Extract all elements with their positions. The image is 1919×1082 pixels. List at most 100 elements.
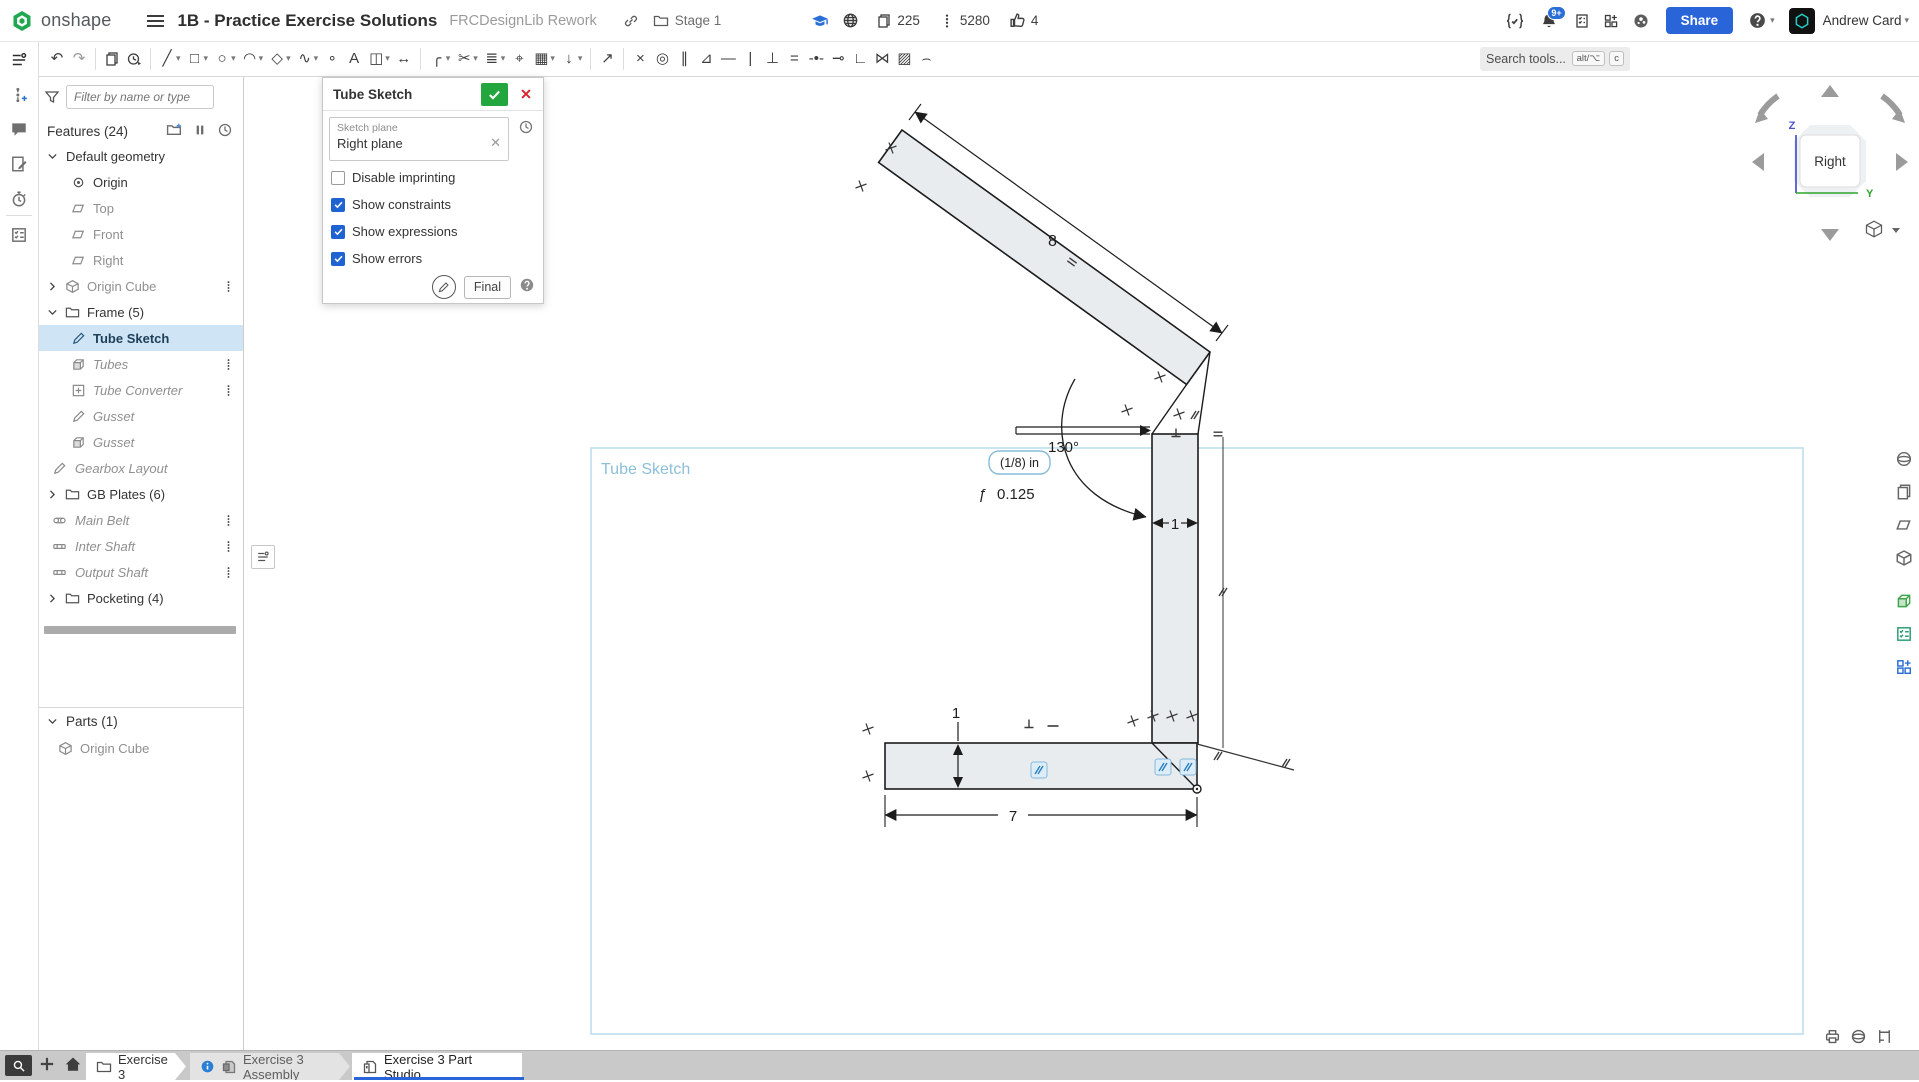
feature-row-inter-shaft[interactable]: Inter Shaft	[38, 533, 243, 559]
dim-label-bottom-length[interactable]: 7	[1009, 808, 1017, 825]
feature-row-tubes[interactable]: Tubes	[38, 351, 243, 377]
horizontal-constraint-button[interactable]: —	[717, 47, 739, 71]
feature-list-toggle-icon[interactable]	[10, 51, 28, 74]
checkbox-icon[interactable]	[331, 198, 345, 212]
constraint-glyphs[interactable]	[856, 143, 1291, 782]
featurescript-icon[interactable]	[1505, 12, 1525, 30]
feature-row-output-shaft[interactable]: Output Shaft	[38, 559, 243, 585]
redo-button[interactable]: ↷	[68, 47, 90, 71]
named-views-icon[interactable]	[1895, 483, 1913, 501]
line-tool-caret-icon[interactable]: ▾	[176, 53, 181, 64]
rotate-left-arrow[interactable]	[1760, 96, 1778, 115]
feature-row-gearbox-layout[interactable]: Gearbox Layout	[38, 455, 243, 481]
parallel-constraint-button[interactable]: ∥	[673, 47, 695, 71]
feature-row-main-belt[interactable]: Main Belt	[38, 507, 243, 533]
import-dxf-tool-caret-icon[interactable]: ▾	[578, 53, 583, 64]
app-store-icon[interactable]	[1603, 13, 1619, 29]
rotate-up-arrow[interactable]	[1821, 85, 1839, 97]
filter-icon[interactable]	[44, 89, 60, 105]
appearance-panel-icon[interactable]	[1895, 592, 1913, 610]
rollback-clock-icon[interactable]	[518, 119, 534, 140]
chevron-down-icon[interactable]	[46, 306, 59, 319]
perpendicular-constraint-button[interactable]: ⊥	[761, 47, 783, 71]
use-project-tool-button[interactable]: ⌖	[508, 47, 530, 71]
feature-options-icon[interactable]	[222, 384, 235, 397]
arc-tool-caret-icon[interactable]: ▾	[259, 53, 264, 64]
feature-panel-flyout-button[interactable]	[251, 545, 275, 569]
measure-icon[interactable]	[1876, 1028, 1893, 1050]
panel-layout-icon[interactable]	[1895, 658, 1913, 676]
public-document-icon[interactable]	[842, 12, 859, 29]
view-options-cube-icon[interactable]	[1867, 221, 1882, 237]
copies-stat[interactable]: 225	[876, 13, 920, 29]
help-button[interactable]: ▾	[1748, 11, 1775, 30]
pattern-tool-caret-icon[interactable]: ▾	[550, 53, 555, 64]
parts-header-row[interactable]: Parts (1)	[38, 708, 243, 735]
tab-exercise-3-assembly[interactable]: Exercise 3 Assembly	[190, 1053, 350, 1080]
trim-tool-caret-icon[interactable]: ▾	[473, 53, 478, 64]
versions-stat[interactable]: 5280	[939, 13, 990, 29]
chevron-right-icon[interactable]	[46, 488, 59, 501]
graphics-area[interactable]: Tube Sketch 8 130° (1/8) in ƒ 0.125 1 1 …	[0, 0, 1919, 1079]
coincident-constraint-button[interactable]: ×	[629, 47, 651, 71]
final-button[interactable]: Final	[464, 276, 511, 299]
chevron-right-icon[interactable]	[46, 280, 59, 293]
arc-tool-button[interactable]: ◠▾	[239, 47, 267, 71]
tab-exercise-3-part-studio[interactable]: Exercise 3 Part Studio	[352, 1053, 522, 1080]
feature-options-icon[interactable]	[222, 540, 235, 553]
pierce-constraint-button[interactable]: ⊸	[827, 47, 849, 71]
circle-tool-caret-icon[interactable]: ▾	[231, 53, 236, 64]
concentric-constraint-button[interactable]: ◎	[651, 47, 673, 71]
onshape-logo[interactable]: onshape	[10, 9, 111, 33]
likes-stat[interactable]: 4	[1009, 12, 1039, 29]
rotate-left-step-arrow[interactable]	[1752, 153, 1764, 171]
feature-row-top[interactable]: Top	[38, 195, 243, 221]
curvature-constraint-button[interactable]: ⌢	[915, 47, 937, 71]
view-options-caret-icon[interactable]	[1892, 228, 1900, 233]
versions-icon[interactable]	[10, 86, 28, 109]
filter-input[interactable]	[66, 85, 214, 109]
notifications-button[interactable]: 9+	[1540, 12, 1558, 30]
confirm-button[interactable]	[481, 83, 508, 106]
pattern-tool-button[interactable]: ▦▾	[530, 47, 558, 71]
dimension-tool-button[interactable]: ↔	[393, 47, 415, 71]
insights-icon[interactable]	[1632, 12, 1650, 30]
feature-row-origin-cube[interactable]: Origin Cube	[38, 273, 243, 299]
mirror-tool-caret-icon[interactable]: ▾	[385, 53, 390, 64]
offset-tool-button[interactable]: ≣▾	[481, 47, 509, 71]
spline-tool-button[interactable]: ∿▾	[294, 47, 322, 71]
print-snapshot-icon[interactable]	[1824, 1028, 1841, 1050]
rectangle-tool-button[interactable]: □▾	[184, 47, 212, 71]
point-tool-button[interactable]: ∘	[321, 47, 343, 71]
chevron-down-icon[interactable]	[46, 715, 59, 728]
notes-icon[interactable]	[10, 155, 28, 178]
feature-row-default-geometry[interactable]: Default geometry	[38, 143, 243, 169]
checkbox-show-expressions[interactable]: Show expressions	[331, 224, 458, 239]
fix-constraint-button[interactable]: ▨	[893, 47, 915, 71]
tables-icon[interactable]	[10, 226, 28, 249]
copy-button[interactable]	[101, 48, 123, 70]
import-dxf-tool-button[interactable]: ↓▾	[558, 47, 586, 71]
feature-row-origin[interactable]: Origin	[38, 169, 243, 195]
feature-options-icon[interactable]	[222, 566, 235, 579]
checkbox-icon[interactable]	[331, 252, 345, 266]
feature-row-gb-plates-6-[interactable]: GB Plates (6)	[38, 481, 243, 507]
feature-row-right[interactable]: Right	[38, 247, 243, 273]
sketch-plane-field[interactable]: Sketch plane Right plane ✕	[329, 117, 509, 161]
angled-tube[interactable]	[879, 130, 1210, 385]
equal-constraint-button[interactable]: =	[783, 47, 805, 71]
checkbox-icon[interactable]	[331, 225, 345, 239]
dim-label-angle[interactable]: 130°	[1048, 439, 1079, 456]
line-tool-button[interactable]: ╱▾	[156, 47, 184, 71]
midpoint-constraint-button[interactable]: -•-	[805, 47, 827, 71]
dim-label-expression[interactable]: 0.125	[997, 486, 1035, 503]
feature-options-icon[interactable]	[222, 514, 235, 527]
chevron-right-icon[interactable]	[46, 592, 59, 605]
copy-link-icon[interactable]	[623, 13, 639, 29]
dim-label-tube-width[interactable]: 1	[1171, 516, 1179, 533]
render-quality-icon[interactable]	[1850, 1028, 1867, 1050]
checkbox-show-errors[interactable]: Show errors	[331, 251, 422, 266]
feature-tree-scrollbar[interactable]	[44, 626, 236, 634]
feature-row-frame-5-[interactable]: Frame (5)	[38, 299, 243, 325]
feature-options-icon[interactable]	[222, 280, 235, 293]
